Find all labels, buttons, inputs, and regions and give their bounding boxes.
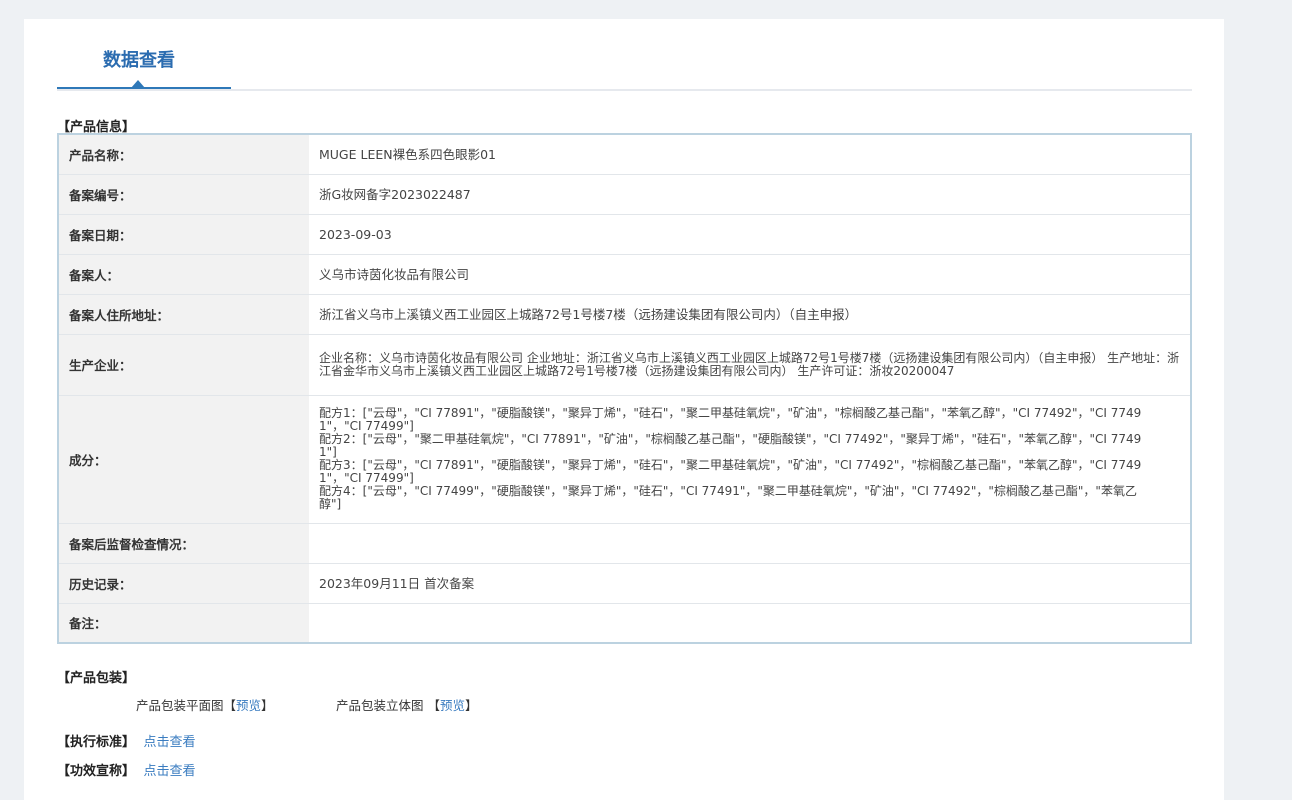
table-row: 历史记录： 2023年09月11日 首次备案 <box>58 563 1191 604</box>
row-value: 企业名称：义乌市诗茵化妆品有限公司 企业地址：浙江省义乌市上溪镇义西工业园区上城… <box>309 334 1191 396</box>
table-row: 备案编号： 浙G妆网备字2023022487 <box>58 174 1191 215</box>
row-label: 备案编号： <box>58 174 309 215</box>
ingredient-formula: 配方4：["云母"，"CI 77499"，"硬脂酸镁"，"聚异丁烯"，"硅石"，… <box>319 484 1137 511</box>
tab-data-view-label: 数据查看 <box>103 50 175 71</box>
tab-bar: 数据查看 <box>57 19 1192 91</box>
row-value: 义乌市诗茵化妆品有限公司 <box>309 254 1191 295</box>
row-label: 备案日期： <box>58 214 309 255</box>
standard-section: 【执行标准】 点击查看 <box>57 731 196 750</box>
row-label: 产品名称： <box>58 134 309 175</box>
table-row: 备案人住所地址： 浙江省义乌市上溪镇义西工业园区上城路72号1号楼7楼（远扬建设… <box>58 294 1191 335</box>
standard-section-title: 【执行标准】 <box>57 735 136 750</box>
product-info-table: 产品名称： MUGE LEEN裸色系四色眼影01 备案编号： 浙G妆网备字202… <box>57 133 1192 644</box>
packaging-flat-preview-link[interactable]: 预览 <box>236 698 261 713</box>
packaging-solid-label: 产品包装立体图 <box>336 698 424 713</box>
packaging-section-title: 【产品包装】 <box>57 671 136 686</box>
table-row: 备案后监督检查情况： <box>58 523 1191 564</box>
bracket-close: 】 <box>465 698 478 713</box>
packaging-solid-item: 产品包装立体图 【预览】 <box>336 695 478 714</box>
table-row: 生产企业： 企业名称：义乌市诗茵化妆品有限公司 企业地址：浙江省义乌市上溪镇义西… <box>58 334 1191 396</box>
row-label: 生产企业： <box>58 334 309 396</box>
row-label: 备案后监督检查情况： <box>58 523 309 564</box>
row-value <box>309 523 1191 564</box>
bracket-open: 【 <box>223 698 237 713</box>
row-label: 备注： <box>58 603 309 643</box>
row-value: 浙G妆网备字2023022487 <box>309 174 1191 215</box>
tab-data-view[interactable]: 数据查看 <box>57 19 231 89</box>
packaging-flat-label: 产品包装平面图 <box>136 698 224 713</box>
standard-view-link[interactable]: 点击查看 <box>144 735 196 750</box>
ingredient-formula: 配方3：["云母"，"CI 77891"，"硬脂酸镁"，"聚异丁烯"，"硅石"，… <box>319 458 1142 485</box>
ingredients-value: 配方1：["云母"，"CI 77891"，"硬脂酸镁"，"聚异丁烯"，"硅石"，… <box>309 395 1191 524</box>
table-row: 成分： 配方1：["云母"，"CI 77891"，"硬脂酸镁"，"聚异丁烯"，"… <box>58 395 1191 524</box>
efficacy-view-link[interactable]: 点击查看 <box>144 764 196 779</box>
bracket-open: 【 <box>427 698 441 713</box>
row-value: 2023-09-03 <box>309 214 1191 255</box>
packaging-solid-preview-link[interactable]: 预览 <box>440 698 465 713</box>
efficacy-section-title: 【功效宣称】 <box>57 764 136 779</box>
content-card: 数据查看 【产品信息】 产品名称： MUGE LEEN裸色系四色眼影01 备案编… <box>24 19 1224 800</box>
ingredient-formula: 配方1：["云母"，"CI 77891"，"硬脂酸镁"，"聚异丁烯"，"硅石"，… <box>319 406 1142 433</box>
row-value <box>309 603 1191 643</box>
ingredient-formula: 配方2：["云母"，"聚二甲基硅氧烷"，"CI 77891"，"矿油"，"棕榈酸… <box>319 432 1142 459</box>
row-label: 历史记录： <box>58 563 309 604</box>
table-row: 备案人： 义乌市诗茵化妆品有限公司 <box>58 254 1191 295</box>
table-row: 备注： <box>58 603 1191 643</box>
table-row: 产品名称： MUGE LEEN裸色系四色眼影01 <box>58 134 1191 175</box>
tab-active-arrow-icon <box>131 80 145 88</box>
efficacy-section: 【功效宣称】 点击查看 <box>57 760 196 779</box>
row-value: MUGE LEEN裸色系四色眼影01 <box>309 134 1191 175</box>
row-label: 备案人住所地址： <box>58 294 309 335</box>
table-row: 备案日期： 2023-09-03 <box>58 214 1191 255</box>
row-label: 备案人： <box>58 254 309 295</box>
row-value: 浙江省义乌市上溪镇义西工业园区上城路72号1号楼7楼（远扬建设集团有限公司内）（… <box>309 294 1191 335</box>
packaging-flat-item: 产品包装平面图【预览】 <box>136 695 274 714</box>
row-label: 成分： <box>58 395 309 524</box>
row-value: 2023年09月11日 首次备案 <box>309 563 1191 604</box>
bracket-close: 】 <box>261 698 274 713</box>
